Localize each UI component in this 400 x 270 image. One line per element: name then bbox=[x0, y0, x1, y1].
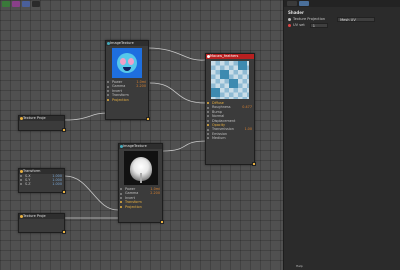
node-type-icon bbox=[20, 170, 23, 173]
node-header[interactable]: ImageTexture bbox=[106, 41, 148, 46]
node-header[interactable]: Texture Proje bbox=[19, 116, 64, 121]
wire-image1-diffuse bbox=[149, 82, 207, 104]
inspector-panel: Shader Texture Projection Mesh UV UV set… bbox=[283, 0, 400, 270]
pin-projection[interactable]: Projection bbox=[106, 98, 148, 102]
node-header[interactable]: Macaw_feathers bbox=[206, 54, 254, 59]
wire-image1-out-top bbox=[147, 47, 206, 61]
uv-set-label: UV set bbox=[293, 23, 305, 27]
param-dot-icon bbox=[288, 17, 291, 21]
pan-tool-button[interactable] bbox=[12, 1, 20, 7]
pin-medium[interactable]: Medium bbox=[206, 136, 254, 140]
node-type-icon bbox=[107, 42, 110, 45]
output-pin[interactable] bbox=[146, 117, 150, 121]
node-header[interactable]: Texture Proje bbox=[19, 214, 64, 219]
output-pin[interactable] bbox=[252, 162, 256, 166]
uv-set-field[interactable]: 1 bbox=[309, 22, 328, 28]
pin-scale-z[interactable]: S.Z 1.000 bbox=[19, 182, 64, 186]
output-pin[interactable] bbox=[62, 230, 66, 234]
inspector-tab-1[interactable] bbox=[287, 1, 297, 6]
material-node[interactable]: Macaw_feathers Diffuse Roughness 0.477 Bu… bbox=[205, 53, 256, 166]
zoom-tool-button[interactable] bbox=[22, 1, 30, 7]
select-tool-button[interactable] bbox=[2, 1, 10, 7]
pin-projection[interactable]: Projection bbox=[119, 205, 162, 209]
node-type-icon bbox=[20, 215, 23, 218]
texture-projection-node-1[interactable]: Texture Proje bbox=[18, 115, 66, 132]
image-texture-node-1[interactable]: ImageTexture Power 1.0mi Gamma 2.200 Inver… bbox=[105, 40, 150, 121]
node-header[interactable]: ImageTexture bbox=[119, 144, 162, 149]
output-pin[interactable] bbox=[160, 220, 164, 224]
node-title: Transform bbox=[23, 169, 41, 173]
param-dot-icon bbox=[288, 23, 291, 27]
material-preview bbox=[211, 61, 249, 99]
texture-preview-feather bbox=[123, 151, 158, 185]
image-texture-node-2[interactable]: ImageTexture Power 1.0mi Gamma 2.200 Inver… bbox=[118, 143, 164, 224]
uv-set-row: UV set 1 bbox=[284, 22, 400, 28]
texture-projection-dropdown[interactable]: Mesh UV bbox=[337, 16, 376, 22]
inspector-tab-2[interactable] bbox=[299, 1, 309, 6]
texture-projection-label: Texture Projection bbox=[293, 17, 326, 21]
close-tool-button[interactable] bbox=[32, 1, 40, 7]
node-title: ImageTexture bbox=[110, 41, 134, 45]
wire-transform-transform bbox=[64, 175, 119, 211]
node-title: Macaw_feathers bbox=[210, 54, 239, 58]
node-title: Texture Proje bbox=[23, 116, 46, 120]
graph-toolbar bbox=[2, 1, 40, 7]
inspector-tabs bbox=[284, 0, 400, 7]
texture-preview-mask bbox=[112, 48, 142, 78]
panel-footer[interactable]: Help bbox=[296, 264, 303, 268]
texture-projection-node-2[interactable]: Texture Proje bbox=[18, 213, 66, 234]
output-pin[interactable] bbox=[62, 128, 66, 132]
node-title: ImageTexture bbox=[123, 144, 147, 148]
panel-title: Shader bbox=[288, 10, 304, 15]
node-type-icon bbox=[207, 55, 210, 58]
wire-proj1-projection bbox=[64, 112, 108, 121]
node-title: Texture Proje bbox=[23, 214, 46, 218]
node-type-icon bbox=[120, 145, 123, 148]
output-pin[interactable] bbox=[62, 190, 66, 194]
transform-node[interactable]: Transform S.X 1.000 S.Y 1.000 S.Z 1.000 bbox=[18, 168, 66, 194]
node-type-icon bbox=[20, 117, 23, 120]
wire-image2-opacity bbox=[162, 140, 207, 152]
